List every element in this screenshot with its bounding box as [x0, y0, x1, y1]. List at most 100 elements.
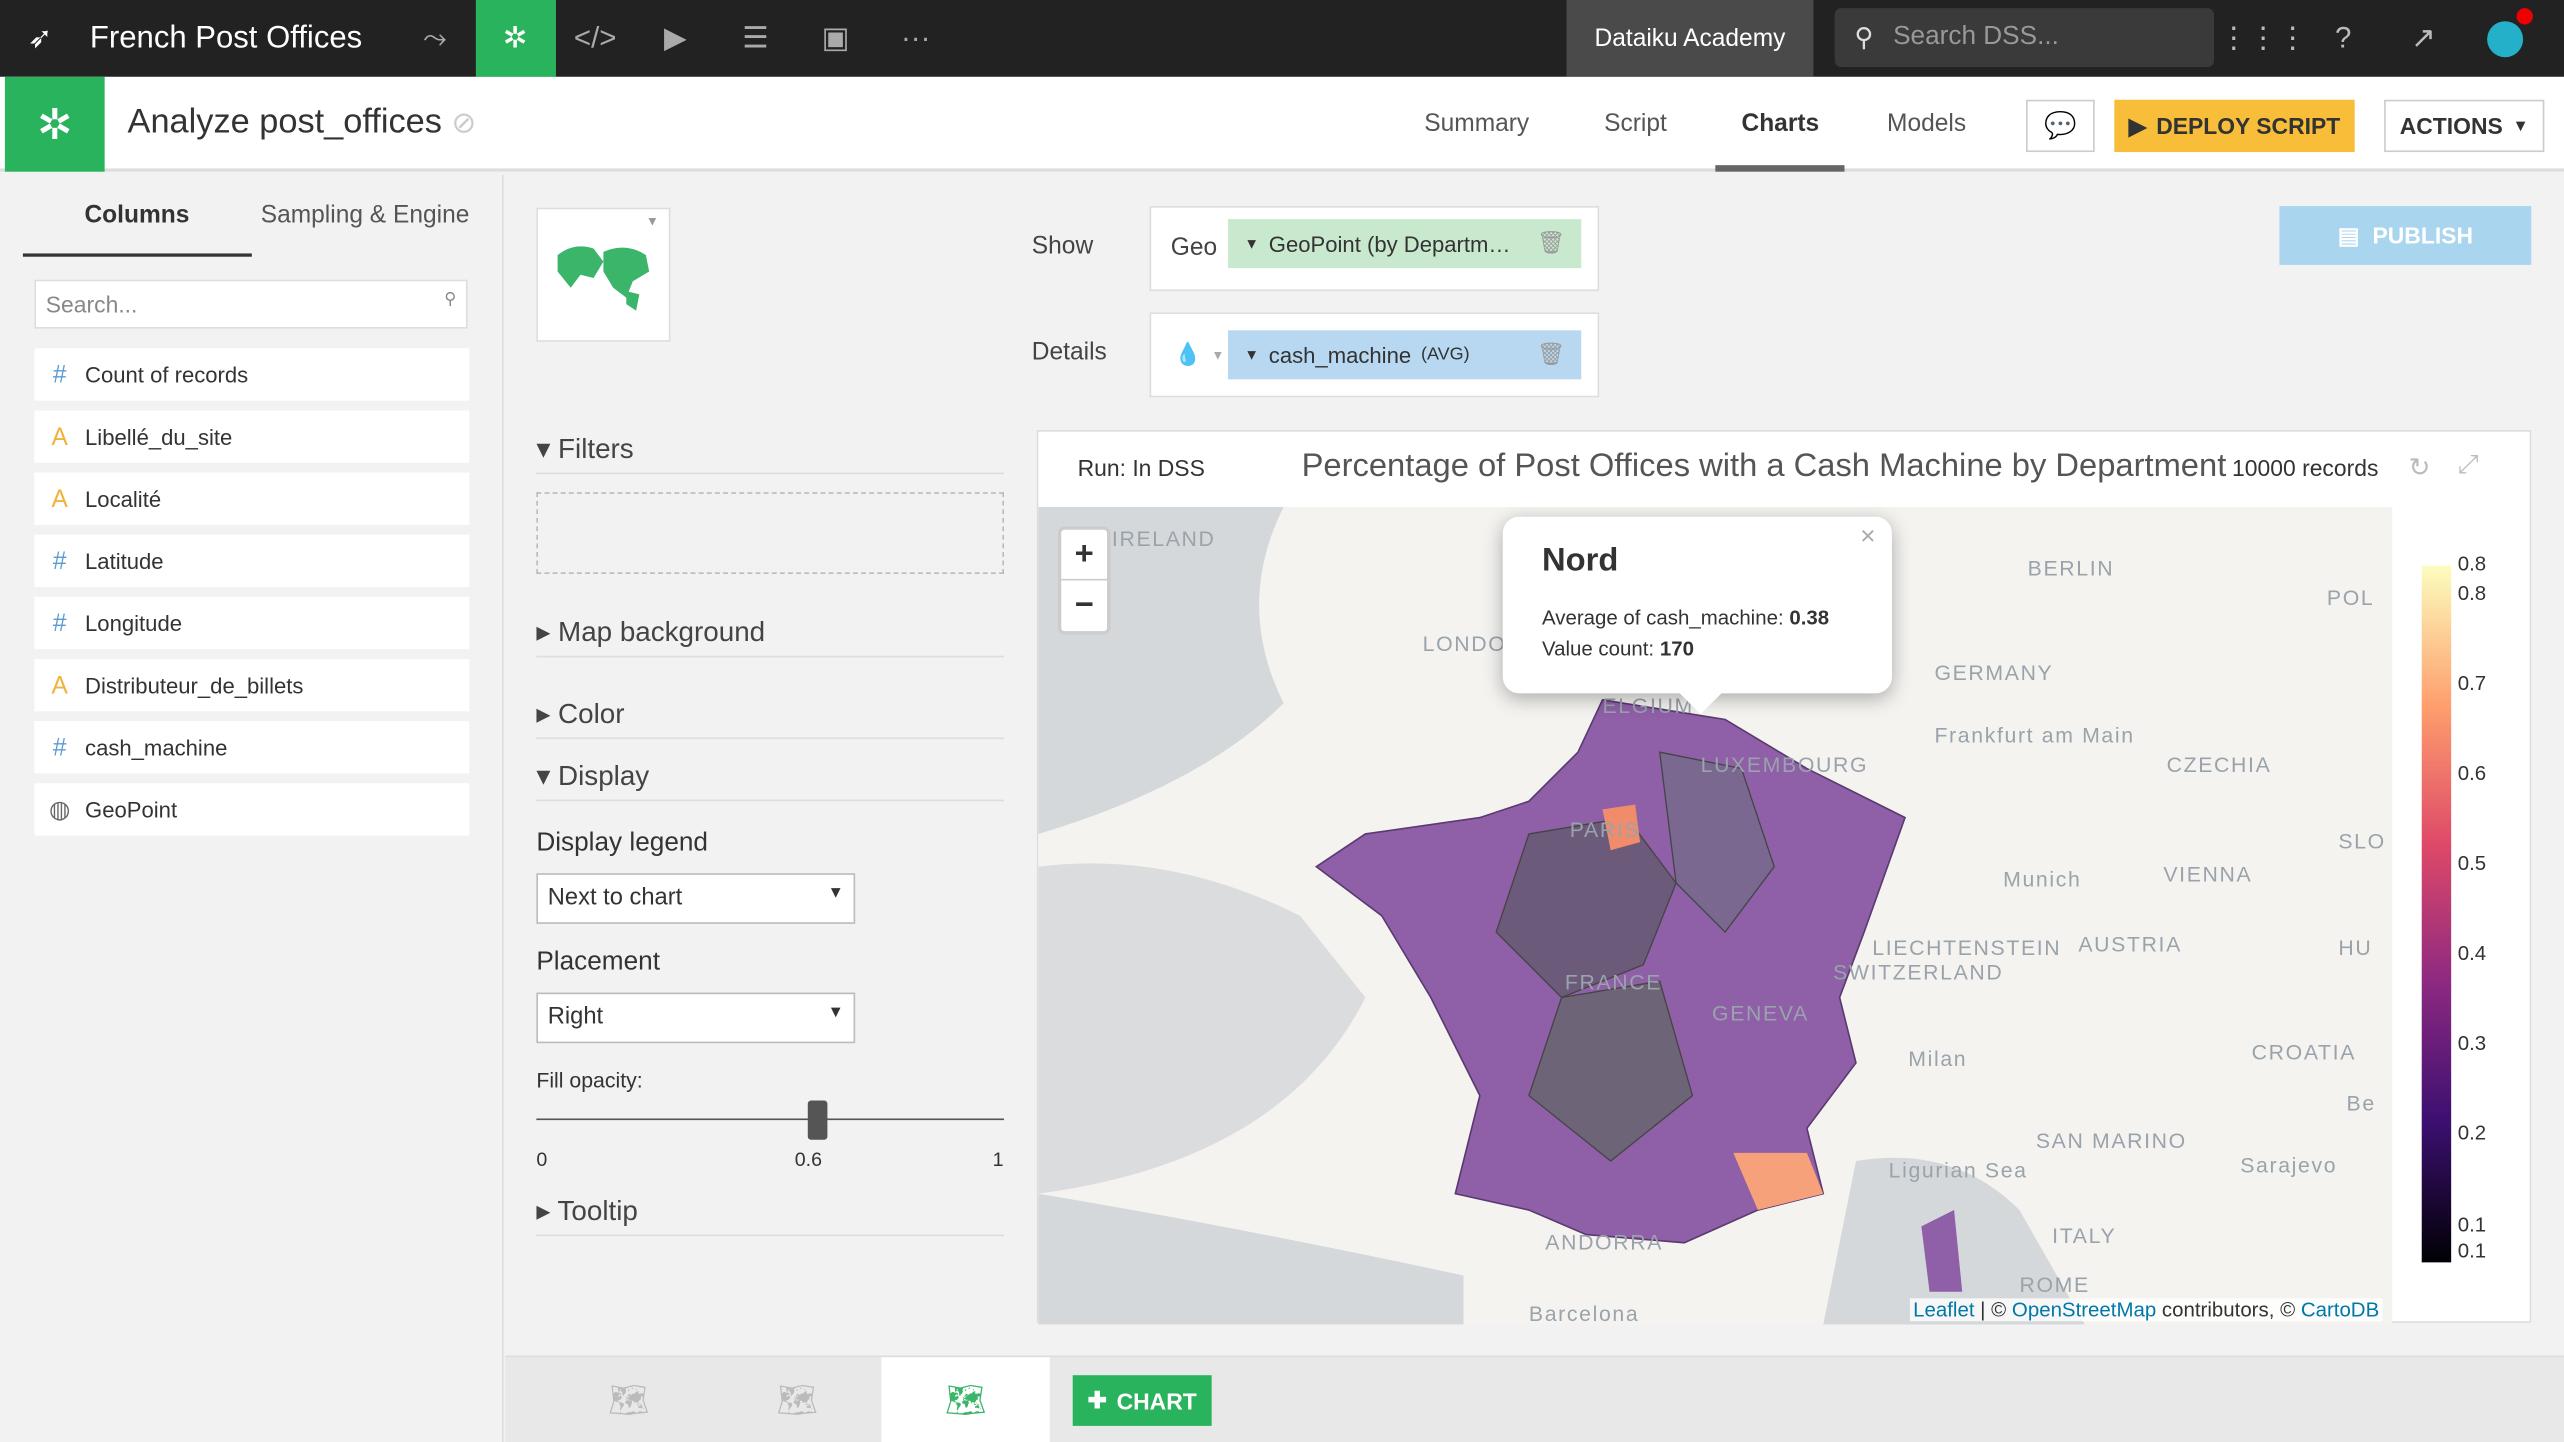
code-icon[interactable]: </>: [555, 0, 635, 77]
filters-section[interactable]: ▾ Filters: [536, 433, 1005, 475]
tooltip-section[interactable]: ▸ Tooltip: [536, 1195, 1005, 1237]
world-map-icon: ▼: [557, 214, 659, 311]
osm-link[interactable]: OpenStreetMap: [2012, 1298, 2156, 1321]
deploy-script-button[interactable]: ▶ DEPLOY SCRIPT: [2114, 99, 2355, 153]
geo-pill[interactable]: ▼ GeoPoint (by Departm… 🗑: [1228, 219, 1582, 269]
display-legend-select[interactable]: Next to chart ▼: [536, 873, 856, 924]
columns-panel: Columns Sampling & Engine Search... ⚲ # Co…: [0, 174, 504, 1442]
column-name: Localité: [85, 486, 162, 511]
map-chart: Run: In DSS Percentage of Post Offices w…: [1036, 430, 2532, 1325]
world-map-icon: 🗺: [944, 1383, 987, 1420]
bird-logo-icon[interactable]: ➶: [0, 0, 80, 77]
column-item[interactable]: # Longitude: [34, 596, 470, 650]
run-engine-label: Run: In DSS: [1077, 454, 1205, 481]
chart-type-selector[interactable]: ▼: [536, 207, 671, 342]
close-icon[interactable]: ×: [1860, 523, 1875, 552]
filters-dropzone[interactable]: [536, 492, 1005, 574]
slider-value-label: 0.6: [794, 1147, 822, 1171]
tab-columns[interactable]: Columns: [22, 175, 252, 257]
tab-charts[interactable]: Charts: [1741, 110, 1819, 138]
fill-opacity-slider[interactable]: [536, 1118, 1005, 1121]
discussion-button[interactable]: 💬: [2026, 99, 2095, 153]
column-item[interactable]: # cash_machine: [34, 721, 470, 774]
map-attribution: Leaflet | © OpenStreetMap contributors, …: [1909, 1298, 2383, 1322]
map-place-label: ELGIUM: [1602, 693, 1694, 718]
help-icon[interactable]: ?: [2311, 0, 2376, 77]
geo-label: Geo: [1170, 233, 1218, 262]
column-item[interactable]: A Localité: [34, 472, 470, 525]
add-chart-button[interactable]: ✚ CHART: [1072, 1375, 1212, 1426]
publish-button[interactable]: ▤ PUBLISH: [2279, 206, 2532, 265]
details-pill[interactable]: ▼ cash_machine (AVG) 🗑: [1228, 330, 1582, 380]
column-search-input[interactable]: Search... ⚲: [34, 279, 468, 329]
academy-button[interactable]: Dataiku Academy: [1566, 0, 1814, 77]
world-map-icon: 🗺: [607, 1383, 650, 1420]
slider-min-label: 0: [536, 1147, 548, 1171]
column-item[interactable]: ◍ GeoPoint: [34, 783, 470, 836]
numeric-type-icon: #: [52, 360, 67, 389]
activity-icon[interactable]: ↗: [2391, 0, 2456, 77]
zoom-in-button[interactable]: +: [1061, 530, 1108, 581]
analysis-icon[interactable]: ✲: [475, 0, 556, 77]
carto-link[interactable]: CartoDB: [2301, 1298, 2379, 1321]
expand-icon[interactable]: ⤢: [2458, 451, 2479, 480]
tab-sampling-engine[interactable]: Sampling & Engine: [251, 175, 479, 257]
map-place-label: LUXEMBOURG: [1700, 752, 1869, 777]
map-place-label: AUSTRIA: [2078, 932, 2182, 957]
map-place-label: ANDORRA: [1545, 1229, 1664, 1255]
tab-models[interactable]: Models: [1887, 110, 1966, 138]
search-input[interactable]: ⚲ Search DSS...: [1834, 8, 2215, 68]
fill-opacity-label: Fill opacity:: [536, 1067, 643, 1093]
chart-tab-3[interactable]: 🗺: [881, 1357, 1050, 1442]
zoom-out-button[interactable]: −: [1061, 580, 1107, 631]
run-icon[interactable]: ▶: [635, 0, 715, 77]
flow-icon[interactable]: ⤳: [395, 0, 475, 77]
caret-down-icon: ▼: [827, 1004, 844, 1022]
legend-tick-label: 0.8: [2457, 582, 2487, 606]
search-icon: ⚲: [1854, 24, 1874, 53]
more-icon[interactable]: ···: [876, 0, 956, 77]
placement-select[interactable]: Right ▼: [536, 992, 856, 1044]
chart-options-panel: ▼ ▾ Filters ▸ Map background ▸ Color ▾ D…: [505, 175, 1025, 1356]
color-section[interactable]: ▸ Color: [536, 698, 1005, 740]
map-canvas[interactable]: IRELAND LONDO BERLIN GERMANY ELGIUM LUXEMBOUR…: [1038, 506, 2393, 1325]
chat-icon: 💬: [2044, 112, 2077, 141]
trash-icon[interactable]: 🗑: [1537, 231, 1565, 257]
record-count: 10000 records: [2232, 454, 2379, 481]
map-place-label: SWITZERLAND: [1833, 959, 2004, 985]
zoom-control: + −: [1057, 526, 1111, 635]
legend-tick-label: 0.1: [2457, 1239, 2487, 1263]
apps-grid-icon[interactable]: ⋮⋮⋮: [2219, 0, 2307, 77]
details-label: Details: [1031, 338, 1107, 367]
column-item[interactable]: # Latitude: [34, 534, 470, 588]
map-background-section[interactable]: ▸ Map background: [536, 616, 1005, 658]
refresh-icon[interactable]: ↻: [2409, 451, 2431, 484]
column-name: Longitude: [85, 610, 183, 636]
text-type-icon: A: [51, 422, 68, 451]
map-place-label: LIECHTENSTEIN: [1872, 935, 2062, 960]
chart-tab-2[interactable]: 🗺: [713, 1357, 881, 1442]
dashboard-icon: ▤: [2337, 221, 2360, 248]
column-item[interactable]: A Distributeur_de_billets: [34, 658, 470, 712]
column-name: GeoPoint: [85, 797, 178, 822]
play-icon: ▶: [2128, 112, 2147, 139]
column-item[interactable]: A Libellé_du_site: [34, 410, 470, 463]
project-name[interactable]: French Post Offices: [90, 20, 362, 56]
caret-down-icon: ▼: [827, 884, 844, 903]
tab-script[interactable]: Script: [1604, 110, 1667, 138]
active-tab-indicator: [1715, 165, 1845, 172]
slider-handle[interactable]: [807, 1100, 827, 1140]
column-item[interactable]: # Count of records: [34, 348, 470, 401]
map-place-label: LONDO: [1422, 631, 1507, 656]
trash-icon[interactable]: 🗑: [1537, 342, 1565, 368]
dashboard-icon[interactable]: ▣: [796, 0, 876, 77]
leaflet-link[interactable]: Leaflet: [1913, 1298, 1974, 1321]
display-section[interactable]: ▾ Display: [536, 760, 1005, 802]
tab-summary[interactable]: Summary: [1424, 110, 1529, 138]
map-place-label: GERMANY: [1934, 660, 2054, 686]
stack-icon[interactable]: ☰: [715, 0, 795, 77]
edit-icon[interactable]: ⊘: [451, 106, 476, 139]
actions-button[interactable]: ACTIONS ▼: [2384, 99, 2545, 153]
chart-tab-1[interactable]: 🗺: [545, 1357, 713, 1442]
avatar[interactable]: [2472, 0, 2537, 77]
